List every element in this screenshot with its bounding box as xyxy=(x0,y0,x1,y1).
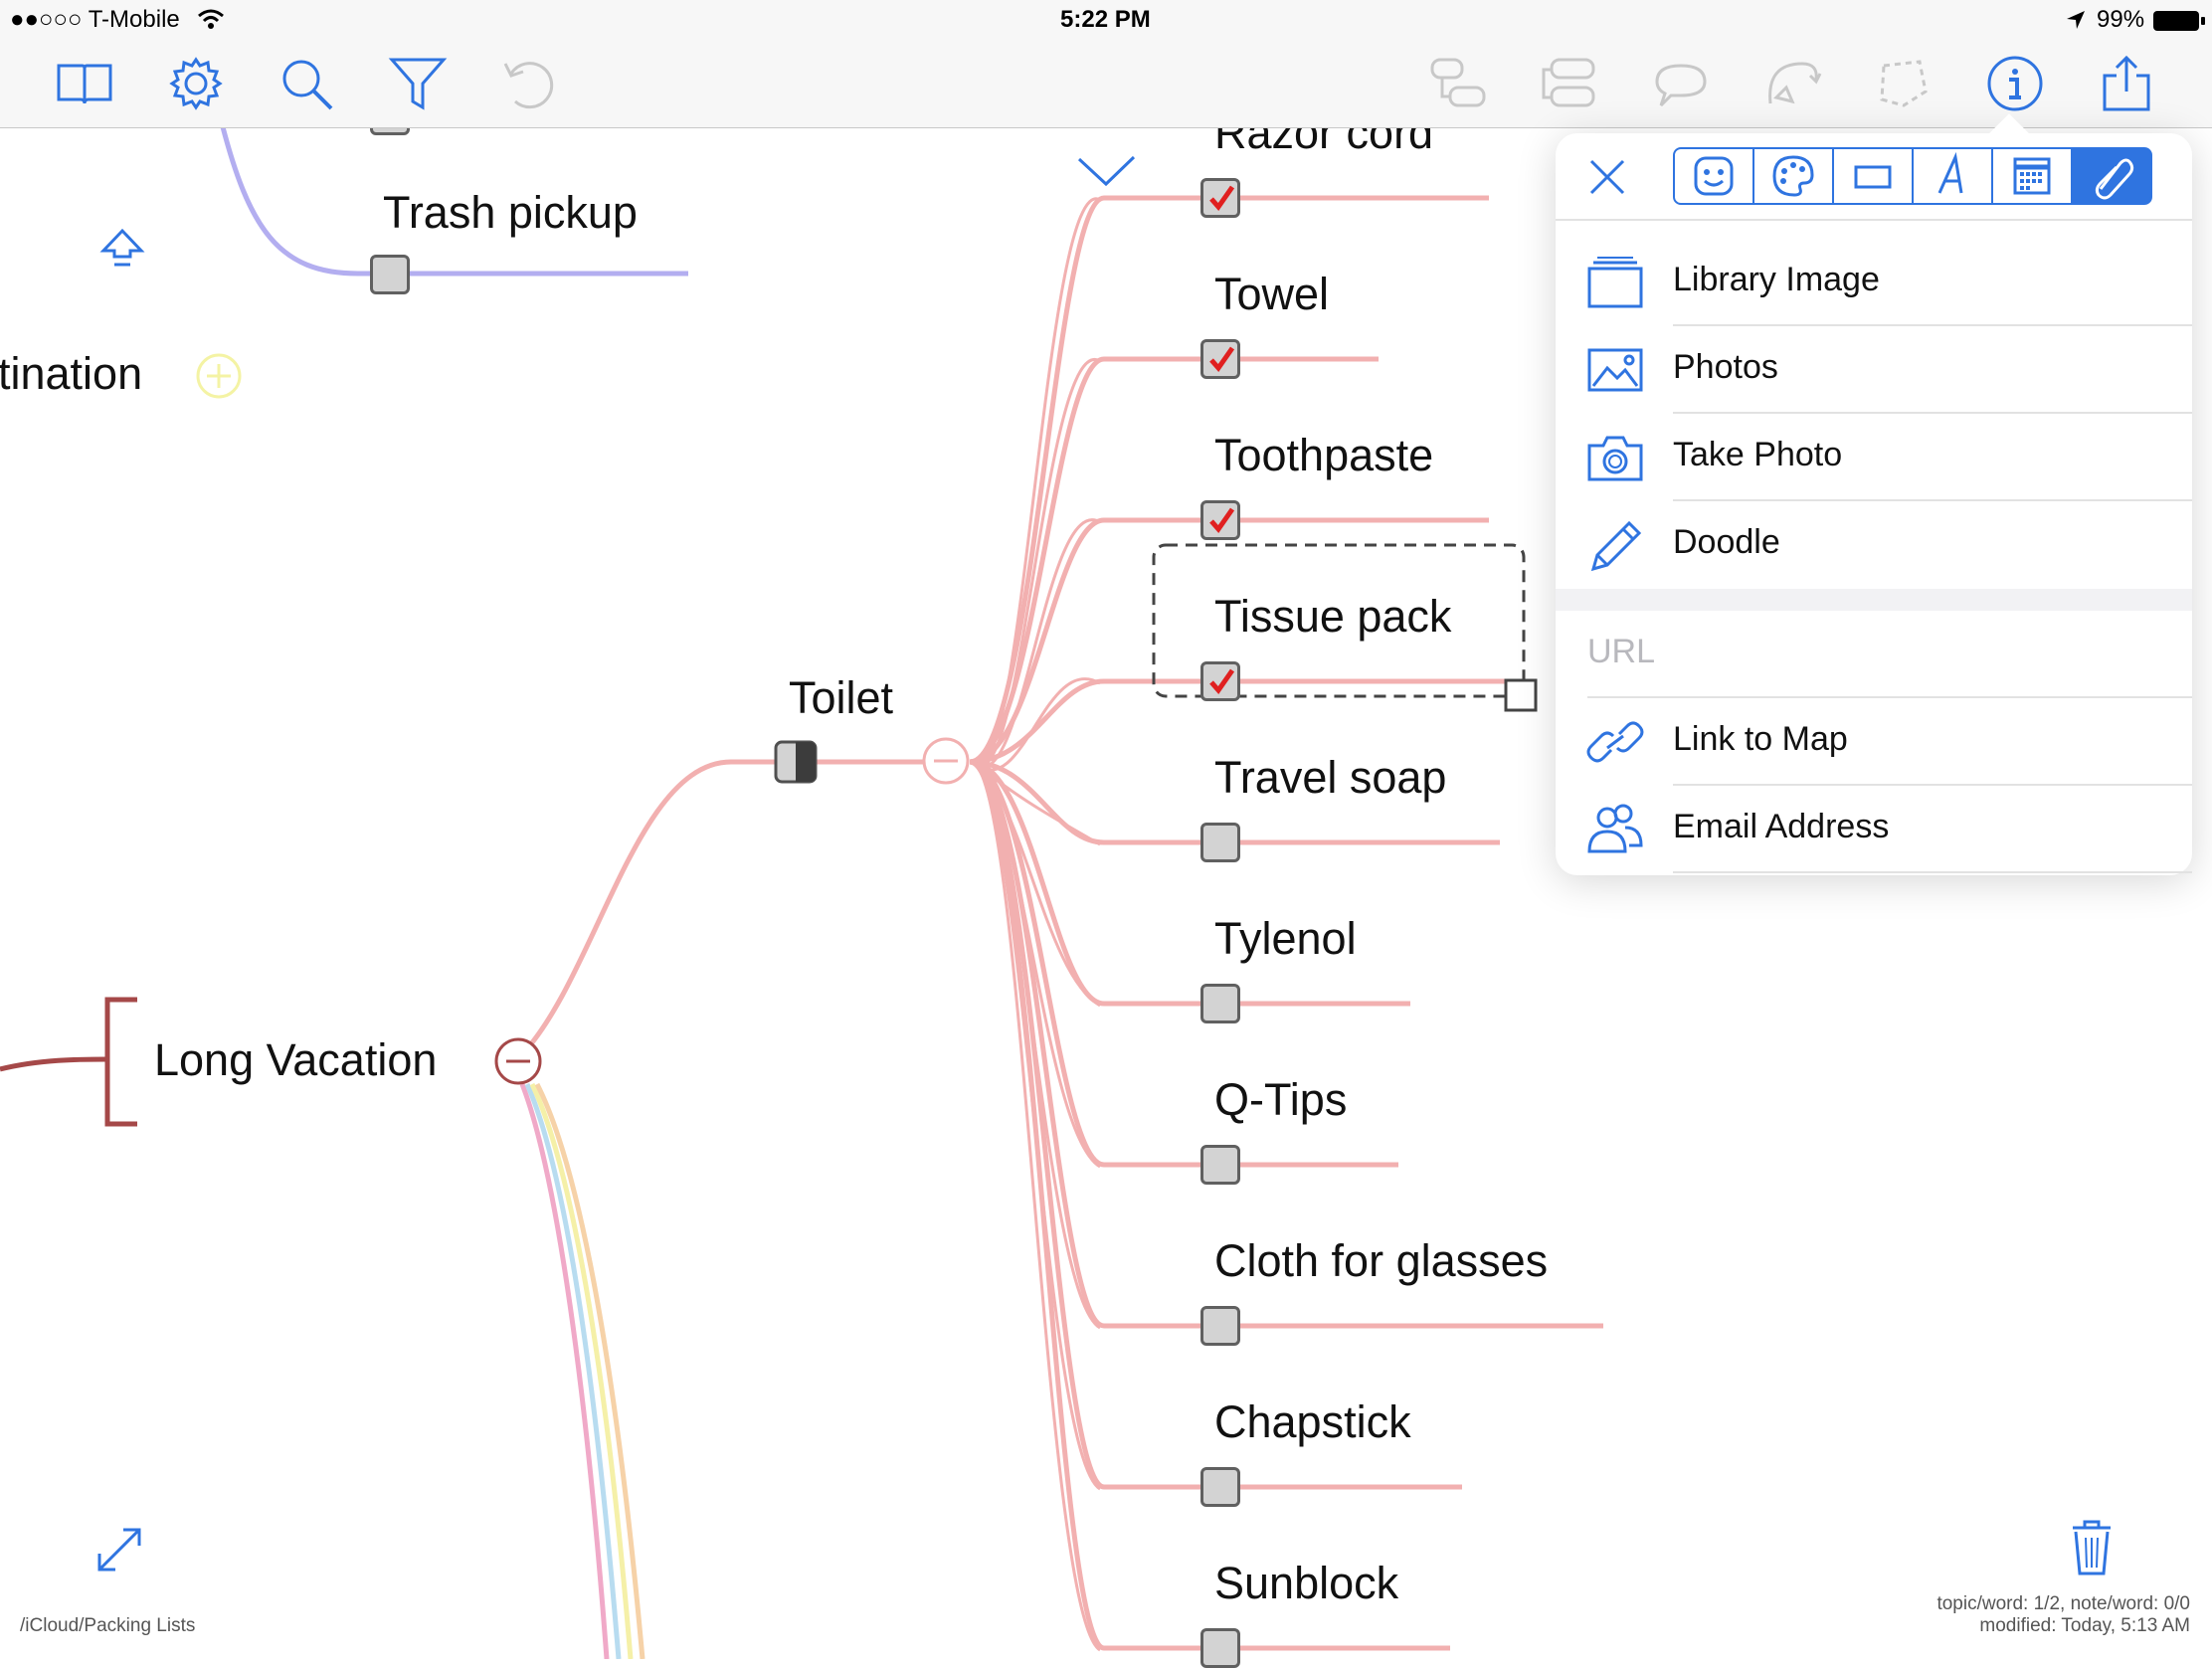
font-icon xyxy=(1937,151,1963,194)
topic-partial[interactable]: tination xyxy=(0,348,142,400)
branch-line xyxy=(969,195,1200,765)
checklist-item-label[interactable]: Towel xyxy=(1214,269,1329,320)
checkmark-icon xyxy=(1209,185,1235,212)
boundary-icon[interactable] xyxy=(1540,54,1599,113)
checked-checkbox[interactable] xyxy=(1200,339,1240,379)
checklist-item-label[interactable]: Tissue pack xyxy=(1214,591,1451,643)
emoji-icon xyxy=(1694,156,1734,196)
topic-long-vacation[interactable]: Long Vacation xyxy=(154,1034,437,1086)
menu-item-take-photo[interactable]: Take Photo xyxy=(1556,414,2192,501)
rectangle-icon xyxy=(1854,165,1892,189)
book-icon[interactable] xyxy=(55,54,114,113)
attachment-popover: Library Image Photos Take Photo Doodle U… xyxy=(1556,113,2192,875)
unchecked-checkbox[interactable] xyxy=(1200,1306,1240,1346)
toolbar xyxy=(0,40,2212,128)
clock: 5:22 PM xyxy=(1060,6,1151,33)
info-icon[interactable] xyxy=(1985,54,2045,113)
checklist-item-label[interactable]: Travel soap xyxy=(1214,752,1446,804)
unchecked-checkbox[interactable] xyxy=(1200,1628,1240,1668)
comment-icon[interactable] xyxy=(1651,54,1711,113)
menu-item-library-image[interactable]: Library Image xyxy=(1556,239,2192,326)
collapse-icon[interactable] xyxy=(493,1036,543,1086)
callout-icon[interactable] xyxy=(1428,54,1488,113)
stats-word-count: topic/word: 1/2, note/word: 0/0 xyxy=(1936,1593,2190,1614)
add-topic-icon[interactable] xyxy=(195,352,243,400)
menu-item-doodle[interactable]: Doodle xyxy=(1556,501,2192,589)
checkmark-icon xyxy=(1209,346,1235,373)
unchecked-checkbox[interactable] xyxy=(1200,1145,1240,1185)
expand-icon[interactable] xyxy=(92,1522,147,1577)
checklist-item-label[interactable]: Tylenol xyxy=(1214,913,1357,965)
status-bar: ●●○○○ T-Mobile 5:22 PM 99% xyxy=(0,0,2212,40)
wifi-icon xyxy=(197,8,225,32)
menu-item-email-address[interactable]: Email Address xyxy=(1556,786,2192,873)
url-field[interactable]: URL xyxy=(1556,611,2192,698)
tab-emoji[interactable] xyxy=(1673,147,1754,205)
carrier-label: ●●○○○ T-Mobile xyxy=(10,6,180,33)
topic-toilet[interactable]: Toilet xyxy=(789,672,893,724)
divider xyxy=(1556,219,2192,221)
checklist-item-label[interactable]: Cloth for glasses xyxy=(1214,1235,1548,1287)
menu-item-label: Email Address xyxy=(1673,808,1890,845)
topic-checkbox[interactable] xyxy=(370,255,410,294)
checklist-item-label[interactable]: Toothpaste xyxy=(1214,430,1433,481)
undo-icon[interactable] xyxy=(499,54,559,113)
branch-line xyxy=(974,358,1101,768)
trash-icon[interactable] xyxy=(2067,1518,2117,1577)
checkmark-icon xyxy=(1209,507,1235,534)
battery-percent: 99% xyxy=(2097,6,2145,33)
checklist-item-label[interactable]: Q-Tips xyxy=(1214,1074,1347,1126)
library-icon xyxy=(1585,255,1645,310)
document-stats: topic/word: 1/2, note/word: 0/0 modified… xyxy=(1936,1593,2190,1637)
menu-item-label: Doodle xyxy=(1673,523,1780,561)
tab-palette[interactable] xyxy=(1752,147,1834,205)
url-placeholder: URL xyxy=(1587,633,1656,670)
checked-checkbox[interactable] xyxy=(1200,661,1240,701)
menu-item-label: Library Image xyxy=(1673,261,1880,298)
battery-icon xyxy=(2152,9,2206,33)
checked-checkbox[interactable] xyxy=(1200,500,1240,540)
upload-arrow-icon[interactable] xyxy=(97,227,147,273)
partial-progress-checkbox[interactable] xyxy=(774,740,818,784)
tab-attachment[interactable] xyxy=(2071,147,2152,205)
checked-checkbox[interactable] xyxy=(1200,178,1240,218)
lasso-icon[interactable] xyxy=(1874,54,1934,113)
file-path: /iCloud/Packing Lists xyxy=(20,1615,196,1636)
menu-item-label: Photos xyxy=(1673,348,1778,386)
unchecked-checkbox[interactable] xyxy=(1200,984,1240,1023)
link-icon xyxy=(1585,714,1645,770)
checklist-item-label[interactable]: Sunblock xyxy=(1214,1558,1398,1609)
filter-icon[interactable] xyxy=(388,54,448,113)
relationship-icon[interactable] xyxy=(1762,54,1822,113)
stats-modified: modified: Today, 5:13 AM xyxy=(1979,1615,2190,1636)
unchecked-checkbox[interactable] xyxy=(1200,823,1240,862)
divider xyxy=(1673,871,2192,873)
menu-item-label: Link to Map xyxy=(1673,720,1848,758)
tab-font[interactable] xyxy=(1912,147,1993,205)
menu-item-label: Take Photo xyxy=(1673,436,1843,473)
collapse-icon[interactable] xyxy=(921,736,971,786)
tab-calendar[interactable] xyxy=(1991,147,2073,205)
close-icon[interactable] xyxy=(1585,155,1629,199)
camera-icon xyxy=(1585,430,1645,485)
menu-item-photos[interactable]: Photos xyxy=(1556,326,2192,414)
share-icon[interactable] xyxy=(2097,54,2156,113)
location-icon xyxy=(2065,9,2087,31)
tab-shape[interactable] xyxy=(1832,147,1914,205)
pencil-icon xyxy=(1585,517,1645,573)
menu-item-link-to-map[interactable]: Link to Map xyxy=(1556,698,2192,786)
section-gap xyxy=(1556,589,2192,611)
photos-icon xyxy=(1585,342,1645,398)
unchecked-checkbox[interactable] xyxy=(1200,1467,1240,1507)
calendar-icon xyxy=(2013,157,2051,195)
palette-icon xyxy=(1772,155,1814,197)
gear-icon[interactable] xyxy=(166,54,226,113)
checkmark-icon xyxy=(1209,668,1235,695)
contacts-icon xyxy=(1585,802,1645,857)
attachment-icon xyxy=(2095,158,2134,200)
search-icon[interactable] xyxy=(276,54,336,113)
topic-trash-pickup[interactable]: Trash pickup xyxy=(383,187,638,239)
checklist-item-label[interactable]: Chapstick xyxy=(1214,1396,1411,1448)
